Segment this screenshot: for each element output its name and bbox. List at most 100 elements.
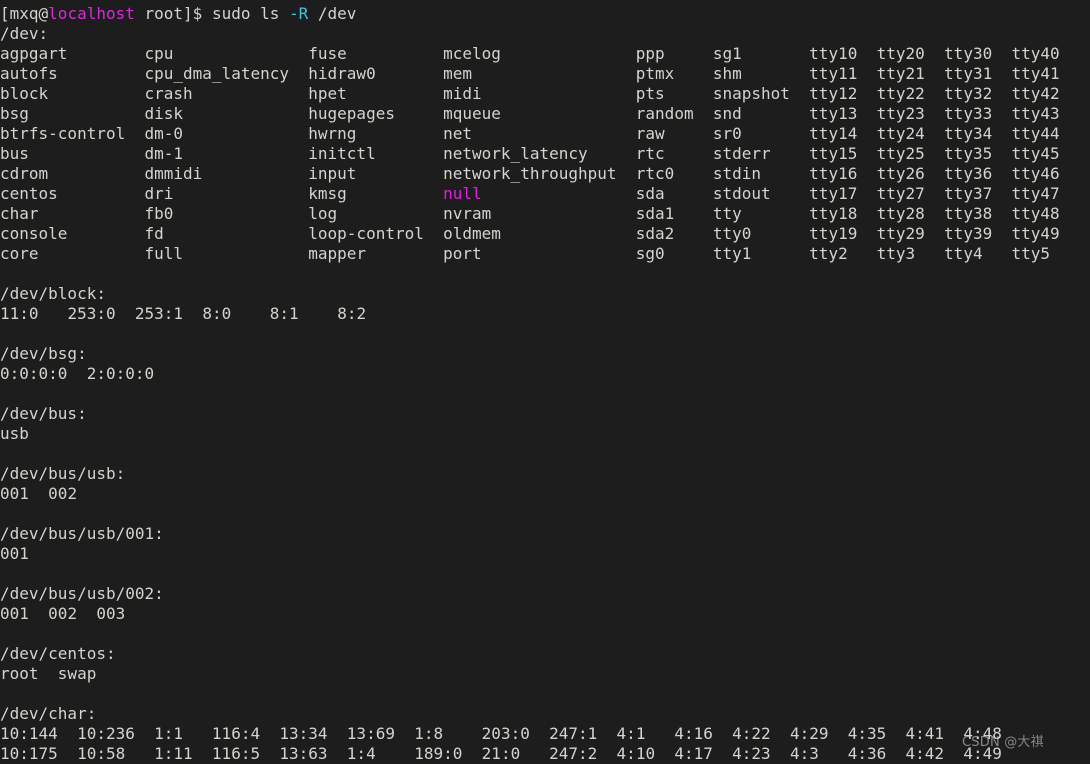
listing-header-text: /dev/bus/usb/001: (0, 524, 164, 543)
listing-entry: tty35 (944, 144, 1012, 163)
listing-entry: 002 (48, 604, 97, 623)
listing-entry: 001 (0, 484, 49, 503)
listing-entry: 1:4 (346, 744, 415, 763)
listing-row: autofs cpu_dma_latency hidraw0 mem ptmx … (0, 64, 1090, 84)
listing-entry: 4:48 (963, 724, 1002, 743)
listing-entry: snd (712, 104, 810, 123)
listing-entry: tty14 (809, 124, 877, 143)
listing-entry: tty29 (876, 224, 945, 243)
listing-row: cdrom dmmidi input network_throughput rt… (0, 164, 1090, 184)
listing-entry: bus (0, 144, 145, 163)
listing-entry: tty41 (1011, 64, 1060, 83)
listing-entry: stdin (712, 164, 810, 183)
listing-row: console fd loop-control oldmem sda2 tty0… (0, 224, 1090, 244)
listing-entry: 4:17 (674, 744, 733, 763)
listing-entry: 4:49 (963, 744, 1002, 763)
listing-entry: random (635, 104, 713, 123)
blank-line (0, 444, 1090, 464)
listing-entry: tty10 (809, 44, 877, 63)
listing-entry: tty20 (876, 44, 945, 63)
listing-header-text: /dev/bus: (0, 404, 87, 423)
listing-entry: root (0, 664, 58, 683)
listing-entry: 001 (0, 604, 49, 623)
listing-entry: initctl (308, 144, 444, 163)
listing-entry: 247:1 (549, 724, 617, 743)
listing-entry: btrfs-control (0, 124, 145, 143)
listing-row: 11:0 253:0 253:1 8:0 8:1 8:2 (0, 304, 1090, 324)
listing-entry: tty28 (876, 204, 945, 223)
blank (0, 264, 10, 283)
listing-entry: centos (0, 184, 145, 203)
listing-entry: tty26 (876, 164, 945, 183)
listing-entry: core (0, 244, 145, 263)
listing-entry: 8:2 (337, 304, 367, 323)
listing-entry: midi (443, 84, 636, 103)
listing-entry: tty40 (1011, 44, 1060, 63)
listing-entry: dmmidi (144, 164, 309, 183)
listing-header: /dev/bus/usb: (0, 464, 1090, 484)
listing-header-text: /dev/char: (0, 704, 97, 723)
listing-entry: bsg (0, 104, 145, 123)
listing-entry: tty1 (712, 244, 810, 263)
listing-row: 10:144 10:236 1:1 116:4 13:34 13:69 1:8 … (0, 724, 1090, 744)
listing-entry: tty32 (944, 84, 1012, 103)
listing-entry: 1:1 (154, 724, 212, 743)
listing-entry: crash (144, 84, 309, 103)
listing-entry: 003 (96, 604, 126, 623)
listing-entry: tty12 (809, 84, 877, 103)
listing-entry: tty30 (944, 44, 1012, 63)
command-name: sudo ls (211, 4, 289, 23)
blank (0, 324, 10, 343)
blank (0, 624, 10, 643)
listing-row: usb (0, 424, 1090, 444)
listing-entry: pts (635, 84, 713, 103)
listing-entry: 4:1 (616, 724, 675, 743)
listing-entry: shm (712, 64, 810, 83)
blank (0, 684, 10, 703)
listing-entry: 10:144 (0, 724, 78, 743)
listing-entry: tty33 (944, 104, 1012, 123)
listing-entry: 4:10 (616, 744, 675, 763)
listing-entry: 10:58 (77, 744, 155, 763)
listing-entry: nvram (443, 204, 636, 223)
listing-row: btrfs-control dm-0 hwrng net raw sr0 tty… (0, 124, 1090, 144)
listing-entry: stdout (712, 184, 810, 203)
listing-entry: tty47 (1011, 184, 1060, 203)
listing-entry: usb (0, 424, 29, 443)
listing-entry: tty34 (944, 124, 1012, 143)
blank (0, 504, 10, 523)
listing-row: 0:0:0:0 2:0:0:0 (0, 364, 1090, 384)
listing-row: core full mapper port sg0 tty1 tty2 tty3… (0, 244, 1090, 264)
listing-entry: agpgart (0, 44, 145, 63)
listing-entry: tty43 (1011, 104, 1060, 123)
listing-entry: mapper (308, 244, 444, 263)
listing-entry: hwrng (308, 124, 444, 143)
prompt-line: [mxq@localhost root]$ sudo ls -R /dev (0, 4, 1090, 24)
listing-entry: 4:42 (905, 744, 964, 763)
listing-header-text: /dev/centos: (0, 644, 116, 663)
listing-entry: 116:5 (211, 744, 280, 763)
listing-entry: kmsg (308, 184, 444, 203)
listing-entry: tty37 (944, 184, 1012, 203)
blank-line (0, 384, 1090, 404)
listing-entry: dm-0 (144, 124, 309, 143)
listing-entry: tty45 (1011, 144, 1060, 163)
listing-entry: tty42 (1011, 84, 1060, 103)
listing-entry: tty4 (944, 244, 1012, 263)
listing-entry: autofs (0, 64, 145, 83)
listing-entry: char (0, 204, 145, 223)
listing-entry: hpet (308, 84, 444, 103)
terminal-window[interactable]: [mxq@localhost root]$ sudo ls -R /dev/de… (0, 0, 1090, 764)
listing-row: agpgart cpu fuse mcelog ppp sg1 tty10 tt… (0, 44, 1090, 64)
listing-entry: rtc (635, 144, 713, 163)
listing-entry: 4:41 (905, 724, 964, 743)
listing-header: /dev/bsg: (0, 344, 1090, 364)
listing-entry: ptmx (635, 64, 713, 83)
listing-entry: 10:236 (77, 724, 155, 743)
listing-entry: tty2 (809, 244, 877, 263)
listing-entry: ppp (635, 44, 713, 63)
prompt-host: localhost (48, 4, 135, 23)
listing-entry: port (443, 244, 636, 263)
listing-entry: sda1 (635, 204, 713, 223)
listing-entry: 4:35 (847, 724, 906, 743)
